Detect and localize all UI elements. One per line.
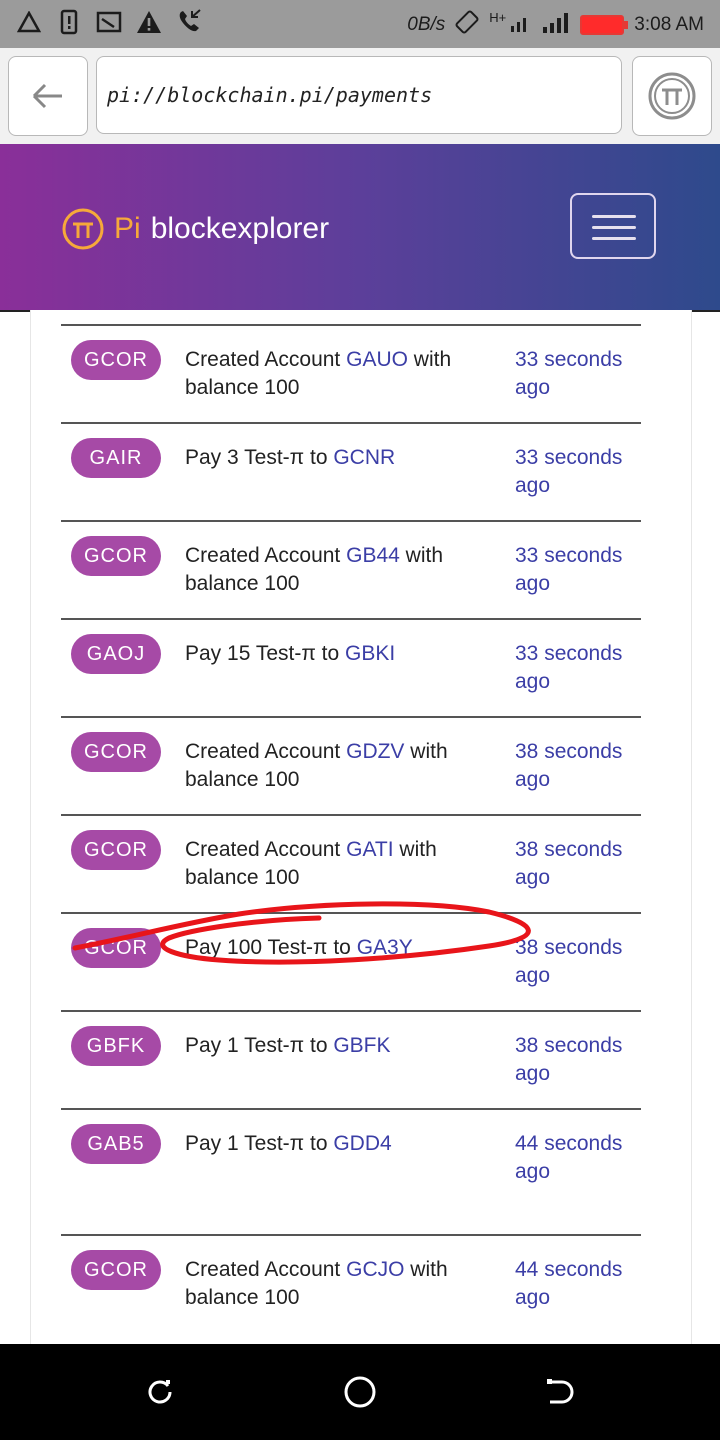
transaction-description: Created Account GAUO with balance 100	[185, 346, 485, 402]
account-link[interactable]: GAUO	[346, 348, 408, 371]
timestamp-link[interactable]: 33 seconds ago	[515, 444, 635, 500]
warning-triangle-outline-icon	[16, 8, 42, 36]
account-badge[interactable]: GAIR	[71, 438, 161, 478]
menu-toggle-button[interactable]	[570, 193, 656, 259]
hamburger-line	[592, 226, 636, 229]
account-link[interactable]: GCJO	[346, 1258, 404, 1281]
account-badge[interactable]: GCOR	[71, 732, 161, 772]
timestamp-link[interactable]: 44 seconds ago	[515, 1256, 635, 1312]
transaction-row: GCOR Created Account GB44 with balance 10…	[61, 522, 641, 620]
url-field[interactable]: pi://blockchain.pi/payments	[96, 56, 622, 134]
sim-alert-icon	[56, 8, 82, 36]
transaction-description: Pay 15 Test-π to GBKI	[185, 640, 485, 668]
timestamp-link[interactable]: 38 seconds ago	[515, 1032, 635, 1088]
arrow-left-icon	[32, 83, 62, 109]
account-badge[interactable]: GCOR	[71, 1250, 161, 1290]
clock: 3:08 AM	[634, 14, 704, 35]
account-link[interactable]: GDZV	[346, 740, 404, 763]
pi-menu-button[interactable]	[632, 56, 712, 136]
data-rate: 0B/s	[407, 14, 446, 35]
description-prefix: Pay 15 Test-π to	[185, 642, 346, 665]
battery-icon	[580, 15, 629, 35]
recent-apps-icon	[148, 1380, 172, 1404]
transactions-list: GCOR Created Account GAUO with balance 10…	[30, 310, 692, 1344]
description-prefix: Created Account	[185, 348, 347, 371]
transaction-row: GAB5 Pay 1 Test-π to GDD4 44 seconds ago	[61, 1110, 641, 1236]
notification-icons	[16, 8, 202, 36]
description-prefix: Pay 3 Test-π to	[185, 446, 334, 469]
transaction-row: GCOR Created Account GDZV with balance 10…	[61, 718, 641, 816]
signal-icon	[510, 12, 532, 38]
site-header: Pi blockexplorer	[0, 144, 720, 312]
transaction-description: Pay 1 Test-π to GDD4	[185, 1130, 485, 1158]
network-type: H+	[489, 10, 507, 25]
description-prefix: Created Account	[185, 544, 347, 567]
transaction-description: Created Account GDZV with balance 100	[185, 738, 485, 794]
status-bar: 0B/s H+ 3:08 AM	[0, 0, 720, 48]
account-link[interactable]: GDD4	[333, 1132, 391, 1155]
home-circle-icon	[344, 1376, 376, 1408]
red-highlight-annotation	[72, 901, 531, 965]
pi-logo-icon	[648, 72, 696, 120]
back-nav-icon	[547, 1379, 574, 1404]
system-indicators: 0B/s H+ 3:08 AM	[407, 10, 704, 40]
transaction-row: GBFK Pay 1 Test-π to GBFK 38 seconds ago	[61, 1012, 641, 1110]
account-link[interactable]: GBFK	[333, 1034, 390, 1057]
transaction-row: GAIR Pay 3 Test-π to GCNR 33 seconds ago	[61, 424, 641, 522]
back-button[interactable]	[8, 56, 88, 136]
account-link[interactable]: GATI	[346, 838, 393, 861]
home-button[interactable]	[340, 1372, 380, 1412]
description-prefix: Created Account	[185, 838, 347, 861]
hamburger-line	[592, 215, 636, 218]
transaction-description: Pay 3 Test-π to GCNR	[185, 444, 485, 472]
browser-toolbar: pi://blockchain.pi/payments	[0, 48, 720, 144]
account-badge[interactable]: GAB5	[71, 1124, 161, 1164]
warning-icon	[136, 8, 162, 36]
timestamp-link[interactable]: 38 seconds ago	[515, 836, 635, 892]
back-nav-button[interactable]	[540, 1372, 580, 1412]
brand-symbol: Pi	[114, 212, 141, 245]
timestamp-link[interactable]: 33 seconds ago	[515, 542, 635, 598]
description-prefix: Pay 1 Test-π to	[185, 1034, 334, 1057]
account-badge[interactable]: GCOR	[71, 536, 161, 576]
screen-cast-icon	[96, 8, 122, 36]
recent-apps-button[interactable]	[140, 1372, 180, 1412]
description-prefix: Created Account	[185, 1258, 347, 1281]
transaction-description: Created Account GB44 with balance 100	[185, 542, 485, 598]
pi-coin-icon	[62, 208, 104, 250]
missed-call-icon	[176, 8, 202, 36]
account-badge[interactable]: GAOJ	[71, 634, 161, 674]
transaction-description: Created Account GATI with balance 100	[185, 836, 485, 892]
hamburger-line	[592, 237, 636, 240]
transaction-row: GCOR Created Account GAUO with balance 10…	[61, 326, 641, 424]
transaction-row: GCOR Created Account GCJO with balance 10…	[61, 1236, 641, 1344]
url-text: pi://blockchain.pi/payments	[107, 83, 433, 107]
description-prefix: Pay 1 Test-π to	[185, 1132, 334, 1155]
account-link[interactable]: GB44	[346, 544, 400, 567]
transaction-row: GAOJ Pay 15 Test-π to GBKI 33 seconds ago	[61, 620, 641, 718]
transaction-description: Created Account GCJO with balance 100	[185, 1256, 485, 1312]
account-badge[interactable]: GCOR	[71, 830, 161, 870]
timestamp-link[interactable]: 44 seconds ago	[515, 1130, 635, 1186]
account-link[interactable]: GBKI	[345, 642, 395, 665]
transaction-description: Pay 1 Test-π to GBFK	[185, 1032, 485, 1060]
system-navigation-bar	[0, 1344, 720, 1440]
rotate-icon	[455, 10, 479, 40]
timestamp-link[interactable]: 33 seconds ago	[515, 346, 635, 402]
account-badge[interactable]: GBFK	[71, 1026, 161, 1066]
signal-full-icon	[542, 11, 570, 39]
description-prefix: Created Account	[185, 740, 347, 763]
timestamp-link[interactable]: 33 seconds ago	[515, 640, 635, 696]
timestamp-link[interactable]: 38 seconds ago	[515, 738, 635, 794]
account-link[interactable]: GCNR	[333, 446, 395, 469]
account-badge[interactable]: GCOR	[71, 340, 161, 380]
brand-name: blockexplorer	[150, 212, 330, 245]
site-brand[interactable]: Pi blockexplorer	[62, 208, 329, 250]
